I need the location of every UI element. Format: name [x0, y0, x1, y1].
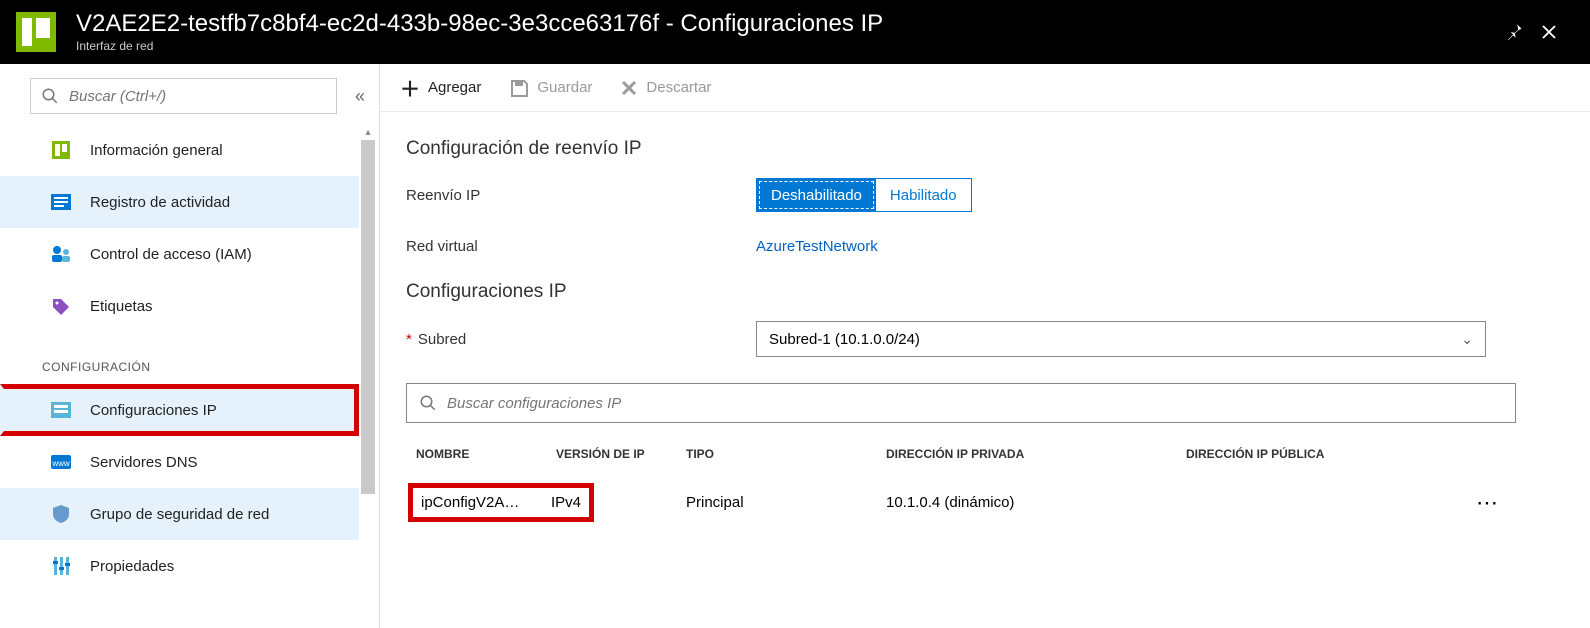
sidebar-item-dns-servers[interactable]: www Servidores DNS [0, 436, 359, 488]
table-header: NOMBRE VERSIÓN DE IP TIPO DIRECCIÓN IP P… [406, 437, 1516, 471]
close-icon [1540, 23, 1558, 41]
close-button[interactable] [1540, 23, 1576, 41]
tag-icon [50, 295, 72, 317]
save-icon [509, 78, 529, 98]
col-type[interactable]: TIPO [686, 447, 886, 461]
blade-subtitle: Interfaz de red [76, 39, 1504, 53]
sidebar-search-input[interactable] [69, 88, 326, 105]
sidebar-item-label: Registro de actividad [90, 194, 230, 211]
save-button[interactable]: Guardar [509, 78, 592, 98]
nic-icon [16, 12, 56, 52]
add-button[interactable]: ＋ Agregar [400, 73, 481, 102]
ip-configs-heading: Configuraciones IP [406, 281, 1564, 303]
sidebar-item-iam[interactable]: Control de acceso (IAM) [0, 228, 359, 280]
blade-title: V2AE2E2-testfb7c8bf4-ec2d-433b-98ec-3e3c… [76, 11, 1504, 37]
toggle-enabled[interactable]: Habilitado [876, 179, 971, 211]
activity-log-icon [50, 191, 72, 213]
col-name[interactable]: NOMBRE [416, 447, 556, 461]
subnet-label: *Subred [406, 331, 756, 348]
sidebar-item-activity-log[interactable]: Registro de actividad [0, 176, 359, 228]
ip-config-filter-input[interactable] [447, 395, 1503, 412]
ip-forwarding-label: Reenvío IP [406, 187, 756, 204]
scrollbar-thumb[interactable] [361, 140, 375, 494]
ip-config-table: NOMBRE VERSIÓN DE IP TIPO DIRECCIÓN IP P… [406, 437, 1516, 534]
cell-ver: IPv4 [551, 494, 581, 511]
discard-icon [620, 79, 638, 97]
sidebar-nav: Información general Registro de activida… [0, 124, 359, 628]
sidebar-item-label: Grupo de seguridad de red [90, 506, 269, 523]
subnet-select-value: Subred-1 (10.1.0.0/24) [769, 331, 920, 348]
ip-forwarding-heading: Configuración de reenvío IP [406, 138, 1564, 160]
ip-config-filter[interactable] [406, 383, 1516, 423]
sidebar-item-tags[interactable]: Etiquetas [0, 280, 359, 332]
command-bar: ＋ Agregar Guardar Descartar [380, 64, 1590, 112]
col-pub[interactable]: DIRECCIÓN IP PÚBLICA [1186, 447, 1446, 461]
sidebar-item-nsg[interactable]: Grupo de seguridad de red [0, 488, 359, 540]
properties-icon [50, 555, 72, 577]
header-titles: V2AE2E2-testfb7c8bf4-ec2d-433b-98ec-3e3c… [76, 11, 1504, 53]
main-pane: ＋ Agregar Guardar Descartar Configuració… [380, 64, 1590, 628]
sidebar-item-label: Servidores DNS [90, 454, 198, 471]
sidebar-item-label: Información general [90, 142, 223, 159]
discard-button[interactable]: Descartar [620, 79, 711, 97]
search-icon [41, 87, 59, 105]
sidebar-scrollbar[interactable]: ▴ [361, 124, 375, 628]
cell-name: ipConfigV2A… [421, 494, 531, 511]
plus-icon: ＋ [400, 73, 420, 102]
button-label: Agregar [428, 79, 481, 96]
sidebar-section-config: CONFIGURACIÓN [0, 332, 359, 384]
col-ver[interactable]: VERSIÓN DE IP [556, 447, 686, 461]
iam-icon [50, 243, 72, 265]
ip-config-icon [50, 399, 72, 421]
virtual-network-link[interactable]: AzureTestNetwork [756, 238, 878, 255]
collapse-sidebar-button[interactable]: « [351, 82, 369, 111]
button-label: Descartar [646, 79, 711, 96]
table-row[interactable]: ipConfigV2A… IPv4 Principal 10.1.0.4 (di… [406, 471, 1516, 534]
subnet-select[interactable]: Subred-1 (10.1.0.0/24) ⌄ [756, 321, 1486, 357]
sidebar-item-label: Control de acceso (IAM) [90, 246, 252, 263]
row-more-button[interactable]: ⋯ [1446, 490, 1506, 516]
cell-type: Principal [686, 494, 886, 511]
pin-button[interactable] [1504, 22, 1540, 42]
overview-icon [50, 139, 72, 161]
cell-priv: 10.1.0.4 (dinámico) [886, 494, 1186, 511]
pin-icon [1504, 22, 1524, 42]
sidebar-item-properties[interactable]: Propiedades [0, 540, 359, 592]
chevron-down-icon: ⌄ [1461, 331, 1473, 348]
sidebar-item-overview[interactable]: Información general [0, 124, 359, 176]
scroll-up-icon[interactable]: ▴ [361, 124, 375, 140]
col-priv[interactable]: DIRECCIÓN IP PRIVADA [886, 447, 1186, 461]
ip-forwarding-toggle[interactable]: Deshabilitado Habilitado [756, 178, 972, 212]
dns-icon: www [50, 451, 72, 473]
shield-icon [50, 503, 72, 525]
button-label: Guardar [537, 79, 592, 96]
sidebar-item-label: Propiedades [90, 558, 174, 575]
subnet-label-text: Subred [418, 331, 466, 348]
virtual-network-label: Red virtual [406, 238, 756, 255]
search-icon [419, 394, 437, 412]
toggle-disabled[interactable]: Deshabilitado [757, 179, 876, 211]
sidebar-item-label: Etiquetas [90, 298, 153, 315]
sidebar-item-ip-configurations[interactable]: Configuraciones IP [0, 384, 359, 436]
blade-header: V2AE2E2-testfb7c8bf4-ec2d-433b-98ec-3e3c… [0, 0, 1590, 64]
sidebar-item-label: Configuraciones IP [90, 402, 217, 419]
sidebar: « Información general Registro de activi… [0, 64, 380, 628]
sidebar-search[interactable] [30, 78, 337, 114]
svg-text:www: www [51, 459, 70, 468]
